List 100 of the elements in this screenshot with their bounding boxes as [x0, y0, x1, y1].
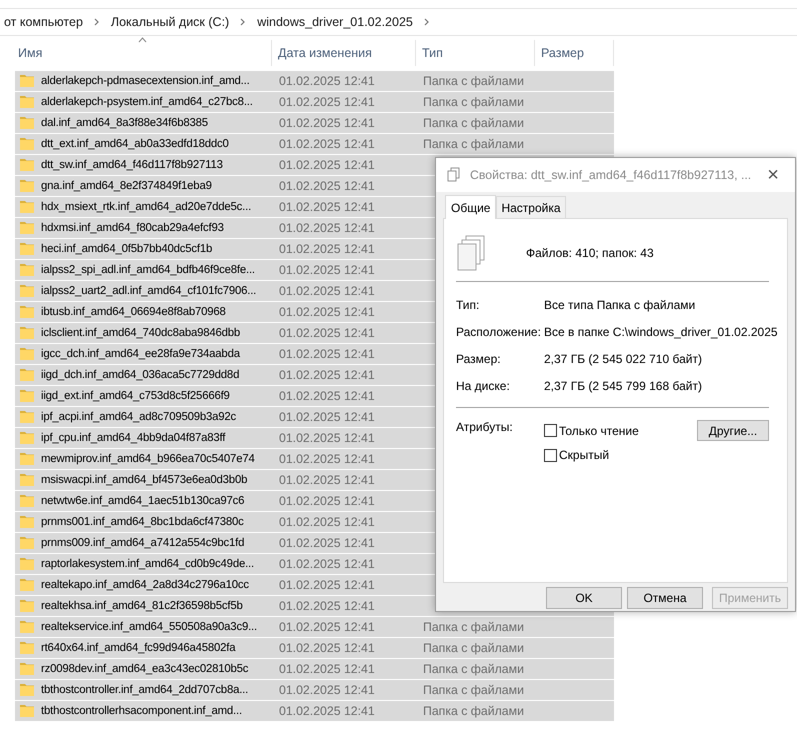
breadcrumb-item[interactable]: Локальный диск (C:) [106, 15, 234, 29]
modified-date: 01.02.2025 12:41 [279, 473, 376, 487]
modified-date: 01.02.2025 12:41 [279, 347, 376, 361]
folder-icon [19, 94, 35, 110]
folder-icon [19, 430, 35, 446]
file-name: prnms001.inf_amd64_8bc1bda6cf47380c [41, 516, 245, 528]
modified-date: 01.02.2025 12:41 [279, 494, 376, 508]
column-header[interactable]: Тип [416, 40, 535, 66]
checkbox-label[interactable]: Скрытый [559, 448, 610, 462]
chevron-icon[interactable] [422, 18, 431, 26]
advanced-button[interactable]: Другие... [697, 420, 769, 441]
folder-icon [19, 493, 35, 509]
file-name: hdxmsi.inf_amd64_f80cab29a4efcf93 [41, 222, 225, 234]
modified-date: 01.02.2025 12:41 [279, 515, 376, 529]
modified-date: 01.02.2025 12:41 [279, 620, 376, 634]
file-row[interactable]: tbthostcontrollerhsacomponent.inf_amd... 01.02.2025 12:41 Папка с файлами [15, 701, 614, 722]
column-header[interactable]: Дата изменения [272, 40, 416, 66]
file-type: Папка с файлами [423, 683, 524, 697]
tab[interactable]: Общие [445, 195, 496, 219]
folder-icon [19, 241, 35, 257]
modified-date: 01.02.2025 12:41 [279, 221, 376, 235]
breadcrumb-item[interactable]: windows_driver_01.02.2025 [253, 15, 417, 29]
folder-icon [19, 640, 35, 656]
modified-date: 01.02.2025 12:41 [279, 284, 376, 298]
modified-date: 01.02.2025 12:41 [279, 704, 376, 718]
modified-date: 01.02.2025 12:41 [279, 452, 376, 466]
modified-date: 01.02.2025 12:41 [279, 683, 376, 697]
folder-icon [19, 535, 35, 551]
folder-icon [19, 682, 35, 698]
breadcrumb-item[interactable]: от компьютер [0, 15, 87, 29]
file-type: Папка с файлами [423, 641, 524, 655]
modified-date: 01.02.2025 12:41 [279, 74, 376, 88]
modified-date: 01.02.2025 12:41 [279, 137, 376, 151]
checkbox[interactable] [544, 424, 557, 437]
chevron-icon[interactable] [239, 18, 248, 26]
folder-icon [19, 304, 35, 320]
file-type: Папка с файлами [423, 95, 524, 109]
file-row[interactable]: dal.inf_amd64_8a3f88e34f6b8385 01.02.2025 12:41 Папка с файлами [15, 113, 614, 134]
file-name: msiswacpi.inf_amd64_bf4573e6ea0d3b0b [41, 474, 248, 486]
folder-icon [19, 220, 35, 236]
close-button[interactable]: × [751, 158, 795, 192]
file-name: raptorlakesystem.inf_amd64_cd0b9c49de... [41, 558, 255, 570]
file-row[interactable]: alderlakepch-psystem.inf_amd64_c27bc8... 01.02.2025 12:41 Папка с файлами [15, 92, 614, 113]
folder-icon [19, 409, 35, 425]
tab[interactable]: Настройка [496, 196, 566, 218]
folder-icon [19, 346, 35, 362]
file-name: hdx_msiext_rtk.inf_amd64_ad20e7dde5c... [41, 201, 252, 213]
file-name: tbthostcontroller.inf_amd64_2dd707cb8a... [41, 684, 250, 696]
file-row[interactable]: rt640x64.inf_amd64_fc99d946a45802fa 01.02.2025 12:41 Папка с файлами [15, 638, 614, 659]
file-name: iigd_ext.inf_amd64_c753d8c5f25666f9 [41, 390, 231, 402]
folder-icon [19, 178, 35, 194]
file-name: ibtusb.inf_amd64_06694e8f8ab70968 [41, 306, 227, 318]
file-name: gna.inf_amd64_8e2f374849f1eba9 [41, 180, 213, 192]
chevron-icon[interactable] [92, 18, 101, 26]
folder-icon [19, 388, 35, 404]
file-type: Папка с файлами [423, 704, 524, 718]
folder-icon [19, 325, 35, 341]
documents-icon [446, 167, 462, 183]
folder-icon [19, 262, 35, 278]
modified-date: 01.02.2025 12:41 [279, 263, 376, 277]
file-row[interactable]: realtekservice.inf_amd64_550508a90a3c9... 01.02.2025 12:41 Папка с файлами [15, 617, 614, 638]
file-name: realtekapo.inf_amd64_2a8d34c2796a10cc [41, 579, 250, 591]
file-name: alderlakepch-pdmasecextension.inf_amd... [41, 75, 251, 87]
folder-icon [19, 619, 35, 635]
modified-date: 01.02.2025 12:41 [279, 557, 376, 571]
sort-caret-icon [138, 37, 147, 43]
file-name: ipf_cpu.inf_amd64_4bb9da04f87a83ff [41, 432, 226, 444]
modified-date: 01.02.2025 12:41 [279, 410, 376, 424]
property-label: Размер: [456, 352, 502, 366]
file-name: netwtw6e.inf_amd64_1aec51b130ca97c6 [41, 495, 246, 507]
file-row[interactable]: rz0098dev.inf_amd64_ea3c43ec02810b5c 01.02.2025 12:41 Папка с файлами [15, 659, 614, 680]
file-name: rz0098dev.inf_amd64_ea3c43ec02810b5c [41, 663, 250, 675]
dialog-button[interactable]: Отмена [627, 587, 703, 609]
file-type: Папка с файлами [423, 74, 524, 88]
file-type: Папка с файлами [423, 137, 524, 151]
column-header[interactable]: Размер [535, 40, 614, 66]
file-row[interactable]: tbthostcontroller.inf_amd64_2dd707cb8a... 01.02.2025 12:41 Папка с файлами [15, 680, 614, 701]
modified-date: 01.02.2025 12:41 [279, 641, 376, 655]
file-name: prnms009.inf_amd64_a7412a554c9bc1fd [41, 537, 246, 549]
file-name: tbthostcontrollerhsacomponent.inf_amd... [41, 705, 243, 717]
file-name: mewmiprov.inf_amd64_b966ea70c5407e74 [41, 453, 256, 465]
modified-date: 01.02.2025 12:41 [279, 536, 376, 550]
file-name: realtekservice.inf_amd64_550508a90a3c9... [41, 621, 258, 633]
file-name: dal.inf_amd64_8a3f88e34f6b8385 [41, 117, 209, 129]
file-row[interactable]: dtt_ext.inf_amd64_ab0a33edfd18ddc0 01.02.2025 12:41 Папка с файлами [15, 134, 614, 155]
file-row[interactable]: alderlakepch-pdmasecextension.inf_amd... 01.02.2025 12:41 Папка с файлами [15, 71, 614, 92]
folder-icon [19, 199, 35, 215]
file-name: rt640x64.inf_amd64_fc99d946a45802fa [41, 642, 237, 654]
folder-icon [19, 556, 35, 572]
dialog-button[interactable]: OK [546, 587, 622, 609]
folder-icon [19, 367, 35, 383]
file-name: dtt_ext.inf_amd64_ab0a33edfd18ddc0 [41, 138, 230, 150]
file-name: heci.inf_amd64_0f5b7bb40dc5cf1b [41, 243, 214, 255]
folder-icon [19, 157, 35, 173]
checkbox[interactable] [544, 448, 557, 462]
folder-icon [19, 472, 35, 488]
modified-date: 01.02.2025 12:41 [279, 116, 376, 130]
folder-icon [19, 73, 35, 89]
folder-icon [19, 598, 35, 614]
column-header[interactable]: Имя [0, 40, 272, 66]
